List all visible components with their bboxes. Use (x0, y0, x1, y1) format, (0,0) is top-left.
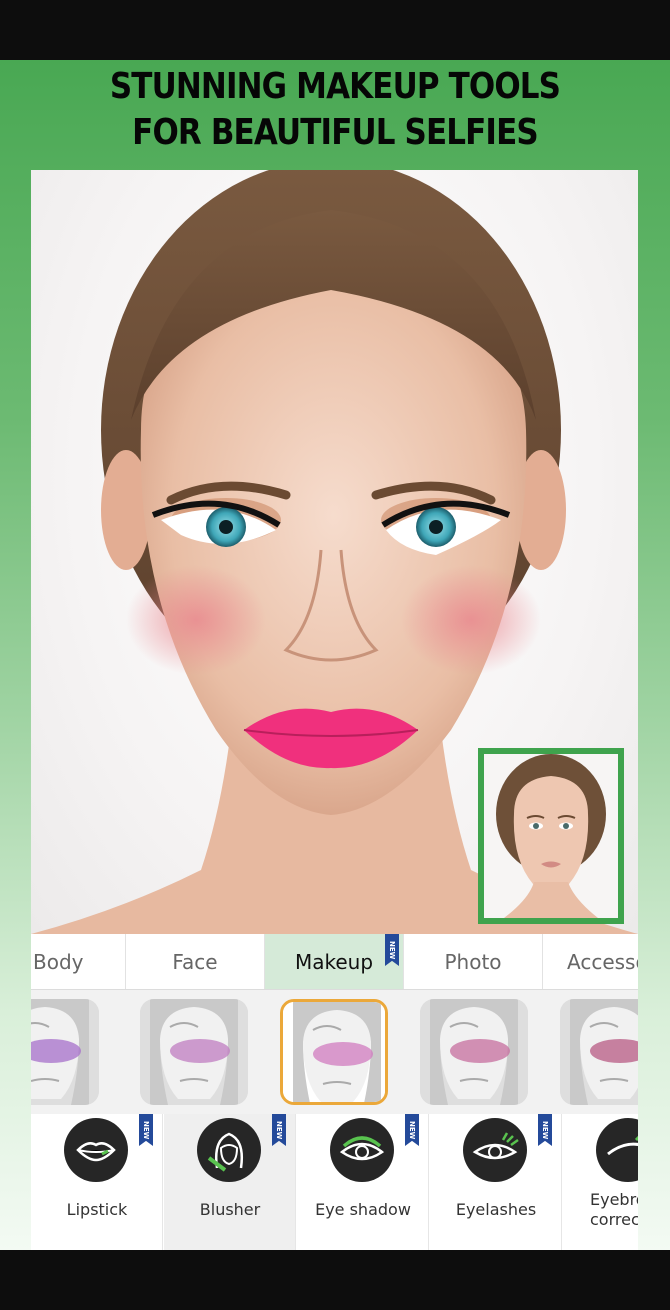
tool-eyebrow-label-line-1: Eyebro (590, 1190, 638, 1209)
category-tab-bar: Body Face Makeup NEW Photo Accesso (31, 934, 638, 990)
tool-blusher-label: Blusher (199, 1200, 261, 1219)
before-preview-thumbnail[interactable] (478, 748, 624, 924)
before-face-illustration (484, 754, 618, 918)
tool-eyelashes-label: Eyelashes (455, 1200, 537, 1219)
blush-swatch-thumbnail[interactable] (280, 999, 388, 1105)
tool-eyelashes[interactable]: NEW Eyelashes (430, 1114, 562, 1250)
mannequin-face-icon (140, 999, 248, 1105)
mannequin-face-icon (31, 999, 99, 1105)
tab-accessories[interactable]: Accesso (543, 934, 638, 989)
tab-face-label: Face (172, 950, 218, 974)
tab-photo[interactable]: Photo (404, 934, 543, 989)
tab-makeup-label: Makeup (294, 950, 374, 974)
blush-swatch-thumbnail[interactable] (560, 999, 638, 1105)
eye-shadow-icon (330, 1118, 394, 1182)
mannequin-face-icon (283, 1002, 385, 1102)
tab-makeup[interactable]: Makeup NEW (265, 934, 404, 989)
new-badge: NEW (405, 1114, 419, 1146)
headline-line-2: FOR BEAUTIFUL SELFIES (132, 112, 539, 153)
tool-lipstick-label: Lipstick (66, 1200, 128, 1219)
tool-eye-shadow-label: Eye shadow (315, 1200, 411, 1219)
blush-swatch-thumbnail[interactable] (31, 999, 99, 1105)
tab-face[interactable]: Face (126, 934, 265, 989)
blush-swatch-thumbnail[interactable] (420, 999, 528, 1105)
tab-body[interactable]: Body (31, 934, 126, 989)
lips-icon (64, 1118, 128, 1182)
blush-swatch-thumbnail[interactable] (140, 999, 248, 1105)
blusher-face-icon (197, 1118, 261, 1182)
new-badge: NEW (272, 1114, 286, 1146)
tool-eyebrow-label: Eyebro correc (563, 1190, 638, 1230)
new-badge: NEW (538, 1114, 552, 1146)
tool-blusher[interactable]: NEW Blusher (164, 1114, 296, 1250)
mannequin-face-icon (420, 999, 528, 1105)
new-badge: NEW (385, 934, 399, 966)
tool-lipstick[interactable]: NEW Lipstick (31, 1114, 163, 1250)
tool-eyebrow-correction[interactable]: Eyebro correc (563, 1114, 638, 1250)
new-badge: NEW (139, 1114, 153, 1146)
headline-line-1: STUNNING MAKEUP TOOLS (109, 66, 561, 107)
eyelashes-icon (463, 1118, 527, 1182)
tool-eyebrow-label-line-2: correc (590, 1210, 638, 1229)
blush-style-strip (31, 990, 638, 1114)
tool-eye-shadow[interactable]: NEW Eye shadow (297, 1114, 429, 1250)
mannequin-face-icon (560, 999, 638, 1105)
bottom-letterbox (0, 1250, 670, 1310)
makeup-tool-strip: NEW Lipstick NEW Blusher NEW Eye shadow … (31, 1114, 638, 1250)
promo-headline: STUNNING MAKEUP TOOLS FOR BEAUTIFUL SELF… (47, 64, 623, 156)
tab-photo-label: Photo (444, 950, 502, 974)
top-letterbox (0, 0, 670, 60)
tab-accessories-label: Accesso (567, 950, 638, 974)
tab-body-label: Body (33, 950, 84, 974)
eyebrow-icon (596, 1118, 638, 1182)
